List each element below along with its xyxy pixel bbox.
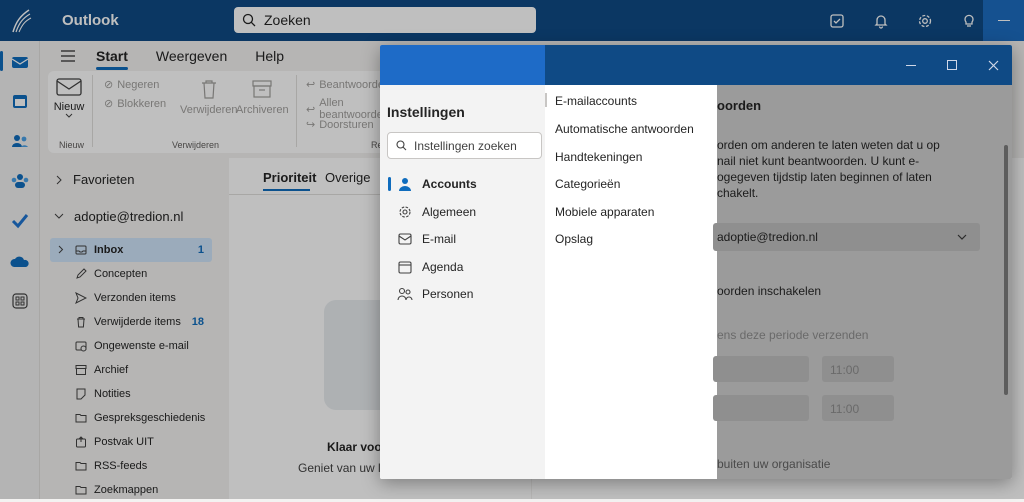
nav-accounts[interactable]: Accounts — [380, 171, 545, 197]
start-time-value: 11:00 — [830, 363, 860, 377]
period-label: ens deze periode verzenden — [717, 328, 869, 342]
subnav-email-accounts[interactable]: E-mailaccounts — [544, 93, 637, 108]
settings-dialog: Instellingen Instellingen zoeken Account… — [380, 45, 1012, 479]
scrollbar[interactable] — [1004, 145, 1008, 395]
nav-people-label: Personen — [422, 287, 474, 301]
dialog-maximize-button[interactable] — [944, 57, 960, 73]
calendar-icon — [397, 259, 413, 275]
settings-content-dimmed: oorden orden om anderen te laten weten d… — [713, 85, 1012, 479]
subnav-mobile-devices[interactable]: Mobiele apparaten — [555, 205, 654, 219]
subnav-storage[interactable]: Opslag — [555, 232, 593, 246]
nav-calendar-label: Agenda — [422, 260, 464, 274]
content-desc-4: chakelt. — [717, 186, 759, 200]
close-icon — [988, 60, 998, 70]
subnav-automatic-replies[interactable]: Automatische antwoorden — [555, 122, 694, 136]
end-time-value: 11:00 — [830, 402, 860, 416]
mail-icon — [397, 231, 413, 247]
people-icon — [397, 286, 413, 302]
settings-nav: Instellingen Instellingen zoeken Account… — [380, 85, 545, 479]
nav-general[interactable]: Algemeen — [380, 199, 545, 225]
settings-subnav: E-mailaccounts Automatische antwoorden H… — [544, 85, 717, 479]
account-select-value: adoptie@tredion.nl — [717, 230, 818, 244]
settings-title: Instellingen — [387, 104, 465, 120]
dialog-close-button[interactable] — [985, 57, 1001, 73]
start-date-field[interactable] — [713, 356, 809, 382]
search-icon — [396, 140, 407, 151]
subnav-signatures[interactable]: Handtekeningen — [555, 150, 642, 164]
content-heading: oorden — [717, 98, 762, 113]
nav-calendar[interactable]: Agenda — [380, 254, 545, 280]
nav-mail-label: E-mail — [422, 232, 457, 246]
gear-icon — [397, 204, 413, 220]
nav-general-label: Algemeen — [422, 205, 477, 219]
settings-search[interactable]: Instellingen zoeken — [387, 132, 542, 159]
external-label: buiten uw organisatie — [717, 457, 831, 471]
nav-mail[interactable]: E-mail — [380, 226, 545, 252]
chevron-down-icon — [957, 234, 967, 240]
end-date-field[interactable] — [713, 395, 809, 421]
toggle-label: oorden inschakelen — [717, 284, 822, 298]
dialog-header-left — [380, 45, 545, 85]
nav-people[interactable]: Personen — [380, 281, 545, 307]
content-desc-1: orden om anderen te laten weten dat u op — [717, 138, 940, 152]
content-desc-2: nail niet kunt beantwoorden. U kunt e- — [717, 154, 920, 168]
settings-search-placeholder: Instellingen zoeken — [414, 138, 517, 153]
content-desc-3: ogegeven tijdstip laten beginnen of late… — [717, 170, 932, 184]
person-icon — [397, 176, 413, 192]
subnav-categories[interactable]: Categorieën — [555, 177, 620, 191]
dialog-header-right — [545, 45, 1012, 85]
nav-accounts-label: Accounts — [422, 177, 477, 191]
dialog-minimize-button[interactable] — [903, 57, 919, 73]
